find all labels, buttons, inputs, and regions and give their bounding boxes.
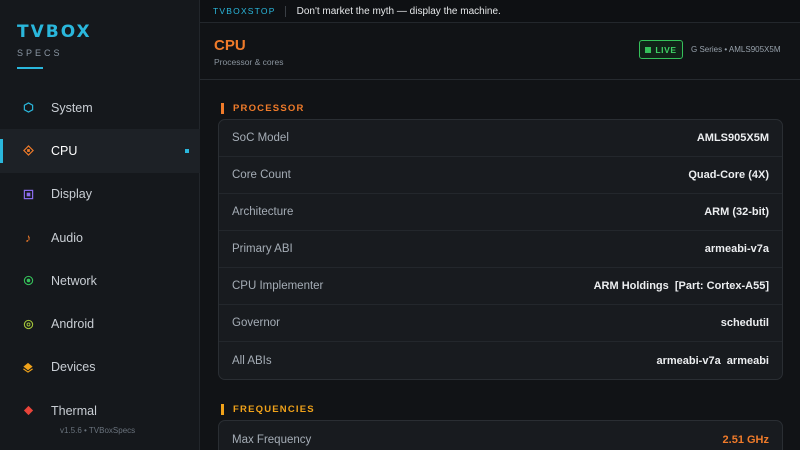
spec-row: Primary ABI armeabi-v7a	[219, 231, 782, 268]
spec-value: armeabi-v7a	[704, 243, 769, 255]
spec-key: Architecture	[232, 206, 294, 218]
live-indicator-icon	[645, 46, 652, 53]
hexagon-icon	[22, 102, 34, 114]
spec-key: Primary ABI	[232, 243, 293, 255]
section-title-text: PROCESSOR	[233, 103, 305, 114]
brand-logo: TVBOX SPECS	[17, 22, 92, 69]
spec-value: armeabi-v7a armeabi	[656, 354, 769, 367]
spec-value: 2.51 GHz	[722, 433, 769, 446]
spec-value: AMLS905X5M	[696, 132, 769, 144]
network-icon	[22, 275, 34, 287]
series-label: G Series • AMLS905X5M	[691, 45, 781, 54]
spec-value: schedutil	[720, 317, 769, 329]
section-title-text: FREQUENCIES	[233, 404, 315, 415]
sidebar-item-devices[interactable]: Devices	[0, 346, 200, 389]
sidebar-item-network[interactable]: Network	[0, 259, 200, 302]
page-header: CPU Processor & cores LIVE G Series • AM…	[200, 23, 800, 80]
spec-value: ARM (32-bit)	[704, 206, 769, 218]
sidebar-item-label: CPU	[51, 143, 78, 158]
display-icon	[22, 188, 34, 200]
spec-key: SoC Model	[232, 132, 289, 144]
sidebar-item-label: System	[51, 100, 93, 115]
spec-key: Core Count	[232, 169, 291, 181]
spec-row: Core Count Quad-Core (4X)	[219, 157, 782, 194]
spec-value: ARM Holdings [Part: Cortex-A55]	[593, 280, 769, 292]
spec-key: Governor	[232, 317, 280, 329]
frequencies-card: Max Frequency 2.51 GHz	[218, 420, 783, 450]
topbar-tag: TVBOXSTOP	[213, 5, 286, 17]
sidebar-item-label: Android	[51, 317, 95, 332]
live-label: LIVE	[655, 44, 677, 55]
spec-row: SoC Model AMLS905X5M	[219, 120, 782, 157]
section-accent-bar	[221, 404, 224, 415]
frequencies-section-title: FREQUENCIES	[221, 404, 315, 415]
spec-key: Max Frequency	[232, 433, 312, 446]
devices-icon	[22, 361, 34, 373]
section-accent-bar	[221, 103, 224, 114]
thermal-icon	[22, 405, 34, 417]
sidebar-item-label: Thermal	[51, 403, 97, 418]
sidebar-item-label: Audio	[51, 230, 83, 245]
processor-section-title: PROCESSOR	[221, 103, 305, 114]
chip-icon	[22, 145, 34, 157]
spec-key: CPU Implementer	[232, 280, 324, 292]
sidebar-item-display[interactable]: Display	[0, 173, 200, 216]
brand-title: TVBOX	[17, 22, 92, 42]
spec-row: Architecture ARM (32-bit)	[219, 194, 782, 231]
sidebar-item-system[interactable]: System	[0, 86, 200, 129]
brand-subtitle: SPECS	[17, 48, 63, 58]
spec-row: Max Frequency 2.51 GHz	[219, 421, 782, 450]
page-title: CPU	[214, 37, 246, 54]
music-note-icon: ♪	[25, 230, 31, 245]
version-label: v1.5.6 • TVBoxSpecs	[60, 426, 136, 435]
live-badge: LIVE	[639, 40, 683, 59]
sidebar-nav: System CPU Display ♪ Audio Network Andro…	[0, 86, 200, 432]
sidebar: TVBOX SPECS System CPU Display ♪ Audio N…	[0, 0, 200, 450]
sidebar-item-label: Devices	[51, 360, 96, 375]
active-indicator	[185, 148, 189, 153]
sidebar-item-label: Display	[51, 187, 92, 202]
page-subtitle: Processor & cores	[214, 57, 284, 67]
sidebar-item-android[interactable]: Android	[0, 302, 200, 345]
top-bar: TVBOXSTOP Don't market the myth — displa…	[200, 0, 800, 23]
spec-row: Governor schedutil	[219, 305, 782, 342]
spec-row: All ABIs armeabi-v7a armeabi	[219, 342, 782, 379]
spec-key: All ABIs	[232, 354, 272, 367]
brand-underline	[17, 67, 43, 69]
sidebar-item-cpu[interactable]: CPU	[0, 129, 200, 173]
spec-value: Quad-Core (4X)	[688, 169, 769, 181]
sidebar-item-label: Network	[51, 273, 97, 288]
processor-card: SoC Model AMLS905X5M Core Count Quad-Cor…	[218, 119, 783, 380]
spec-row: CPU Implementer ARM Holdings [Part: Cort…	[219, 268, 782, 305]
topbar-message: Don't market the myth — display the mach…	[296, 5, 501, 17]
android-icon	[22, 318, 34, 330]
sidebar-item-audio[interactable]: ♪ Audio	[0, 216, 200, 259]
